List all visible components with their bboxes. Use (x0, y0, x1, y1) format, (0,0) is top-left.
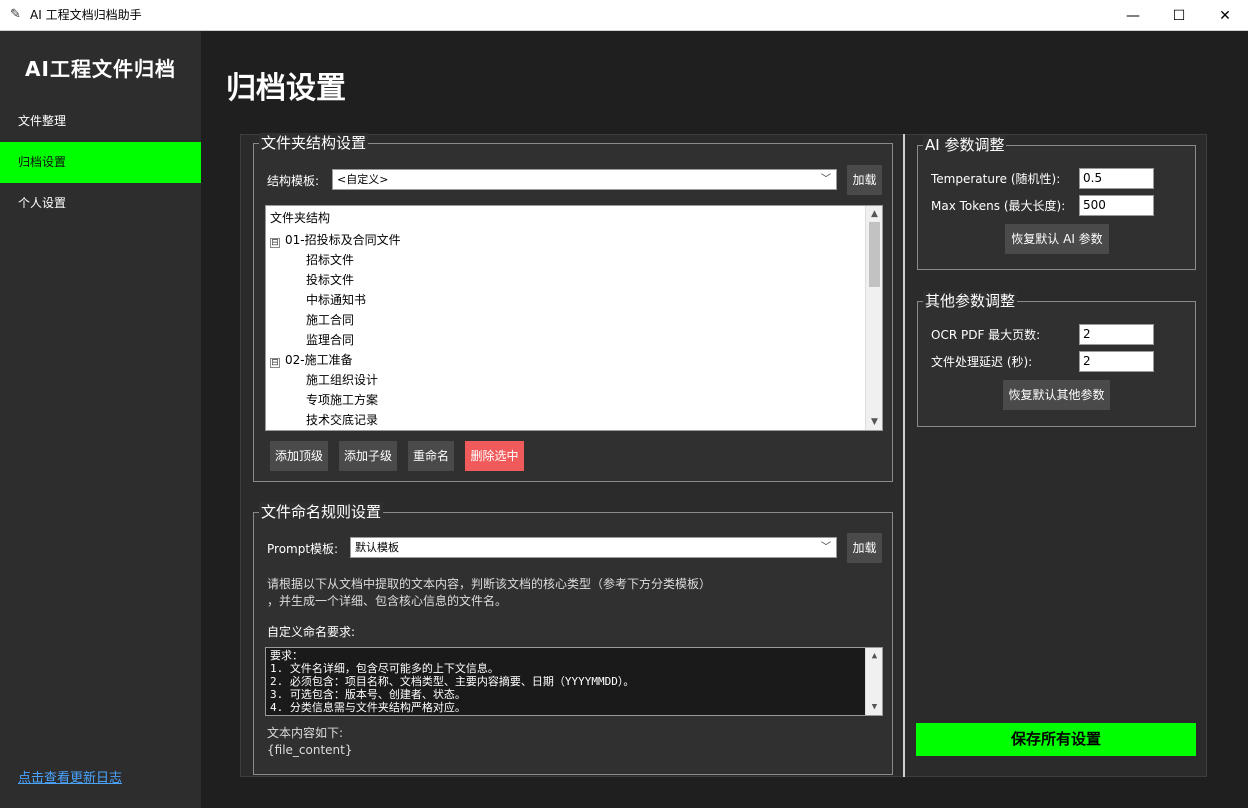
window-titlebar: ✎ AI 工程文档归档助手 — ☐ ✕ (0, 0, 1248, 31)
folder-structure-legend: 文件夹结构设置 (259, 133, 369, 153)
reset-ai-params-button[interactable]: 恢复默认 AI 参数 (1005, 224, 1109, 254)
textarea-scrollbar[interactable]: ▲ ▼ (865, 648, 882, 715)
ai-params-group: AI 参数调整 Temperature (随机性): 0.5 Max Token… (917, 135, 1196, 270)
prompt-template-select[interactable]: 默认模板 ﹀ (350, 537, 837, 558)
scroll-thumb[interactable] (869, 222, 880, 287)
sidebar-item-file-organize[interactable]: 文件整理 (0, 101, 201, 142)
max-tokens-input[interactable]: 500 (1079, 195, 1154, 216)
maximize-button[interactable]: ☐ (1156, 0, 1202, 31)
other-params-legend: 其他参数调整 (923, 291, 1018, 311)
tree-row-label: 01-招投标及合同文件 (285, 233, 401, 247)
textarea-line: 2. 必须包含：项目名称、文档类型、主要内容摘要、日期（YYYYMMDD）。 (270, 675, 635, 688)
changelog-link[interactable]: 点击查看更新日志 (18, 767, 122, 786)
prompt-description-line-1: 请根据以下从文档中提取的文本内容，判断该文档的核心类型（参考下方分类模板） (267, 577, 712, 591)
feather-icon: ✎ (10, 7, 21, 22)
tree-scrollbar[interactable]: ▲ ▼ (865, 206, 882, 430)
prompt-description-line-2: ，并生成一个详细、包含核心信息的文件名。 (267, 594, 508, 608)
tree-row[interactable]: 中标通知书 (306, 292, 366, 308)
folder-tree[interactable]: 文件夹结构 ⊟ 01-招投标及合同文件 招标文件 投标文件 中标通知书 施工合同 … (265, 205, 883, 431)
content-placeholder: {file_content} (267, 743, 353, 757)
tree-row[interactable]: 技术交底记录 (306, 412, 378, 428)
other-params-group: 其他参数调整 OCR PDF 最大页数: 2 文件处理延迟 (秒): 2 恢复默… (917, 291, 1196, 427)
max-tokens-label: Max Tokens (最大长度): (931, 199, 1066, 213)
tree-row[interactable]: ⊟ 02-施工准备 (270, 352, 353, 368)
save-all-settings-button[interactable]: 保存所有设置 (916, 723, 1196, 756)
custom-naming-label: 自定义命名要求: (267, 625, 356, 639)
chevron-down-icon: ﹀ (821, 542, 831, 553)
textarea-line: 1. 文件名详细，包含尽可能多的上下文信息。 (270, 662, 499, 675)
reset-other-params-button[interactable]: 恢复默认其他参数 (1003, 380, 1110, 410)
prompt-load-button[interactable]: 加载 (847, 533, 882, 563)
sidebar: AI工程文件归档 文件整理 归档设置 个人设置 点击查看更新日志 (0, 31, 201, 808)
tree-row[interactable]: ⊟ 01-招投标及合同文件 (270, 232, 401, 248)
add-child-button[interactable]: 添加子级 (339, 441, 397, 471)
main-area: 归档设置 文件夹结构设置 结构模板: <自定义> ﹀ 加载 文件夹结构 ⊟ 01-… (201, 31, 1248, 808)
temperature-label: Temperature (随机性): (931, 172, 1061, 186)
structure-template-value: <自定义> (337, 173, 389, 186)
tree-row-label: 02-施工准备 (285, 353, 353, 367)
folder-structure-group: 文件夹结构设置 结构模板: <自定义> ﹀ 加载 文件夹结构 ⊟ 01-招投标及合… (253, 133, 893, 482)
tree-row[interactable]: 施工合同 (306, 312, 354, 328)
naming-rules-legend: 文件命名规则设置 (259, 502, 384, 522)
ocr-pages-label: OCR PDF 最大页数: (931, 328, 1041, 342)
structure-load-button[interactable]: 加载 (847, 165, 882, 195)
temperature-input[interactable]: 0.5 (1079, 168, 1154, 189)
chevron-down-icon: ﹀ (821, 174, 831, 185)
tree-header: 文件夹结构 (270, 211, 331, 225)
tree-row[interactable]: 招标文件 (306, 252, 354, 268)
custom-naming-textarea[interactable]: 要求： 1. 文件名详细，包含尽可能多的上下文信息。 2. 必须包含：项目名称、… (265, 647, 883, 716)
ocr-pages-input[interactable]: 2 (1079, 324, 1154, 345)
column-divider[interactable] (903, 134, 905, 777)
minimize-button[interactable]: — (1110, 0, 1156, 31)
collapse-icon[interactable]: ⊟ (270, 358, 280, 368)
structure-template-label: 结构模板: (267, 174, 320, 188)
tree-row[interactable]: 监理合同 (306, 332, 354, 348)
delete-selected-button[interactable]: 删除选中 (465, 441, 524, 471)
textarea-line: 3. 可选包含：版本号、创建者、状态。 (270, 688, 466, 701)
scroll-down-icon[interactable]: ▼ (866, 414, 882, 430)
scroll-down-icon[interactable]: ▼ (866, 699, 882, 715)
sidebar-item-archive-settings[interactable]: 归档设置 (0, 142, 201, 183)
structure-template-select[interactable]: <自定义> ﹀ (332, 169, 837, 190)
tree-row[interactable]: 专项施工方案 (306, 392, 378, 408)
scroll-up-icon[interactable]: ▲ (866, 648, 882, 664)
prompt-template-value: 默认模板 (355, 541, 399, 554)
tree-row[interactable]: 施工组织设计 (306, 372, 378, 388)
close-button[interactable]: ✕ (1202, 0, 1248, 31)
scroll-up-icon[interactable]: ▲ (866, 206, 882, 222)
process-delay-input[interactable]: 2 (1079, 351, 1154, 372)
rename-button[interactable]: 重命名 (408, 441, 454, 471)
sidebar-item-personal-settings[interactable]: 个人设置 (0, 183, 201, 224)
content-label: 文本内容如下: (267, 726, 344, 740)
textarea-line: 要求： (270, 649, 303, 662)
ai-params-legend: AI 参数调整 (923, 135, 1007, 155)
textarea-line: 4. 分类信息需与文件夹结构严格对应。 (270, 701, 466, 714)
collapse-icon[interactable]: ⊟ (270, 238, 280, 248)
brand-title: AI工程文件归档 (25, 57, 176, 81)
prompt-template-label: Prompt模板: (267, 542, 339, 556)
add-top-level-button[interactable]: 添加顶级 (270, 441, 328, 471)
window-title: AI 工程文档归档助手 (30, 8, 142, 22)
process-delay-label: 文件处理延迟 (秒): (931, 355, 1033, 369)
tree-row[interactable]: 投标文件 (306, 272, 354, 288)
naming-rules-group: 文件命名规则设置 Prompt模板: 默认模板 ﹀ 加载 请根据以下从文档中提取… (253, 502, 893, 775)
page-title: 归档设置 (226, 71, 346, 106)
